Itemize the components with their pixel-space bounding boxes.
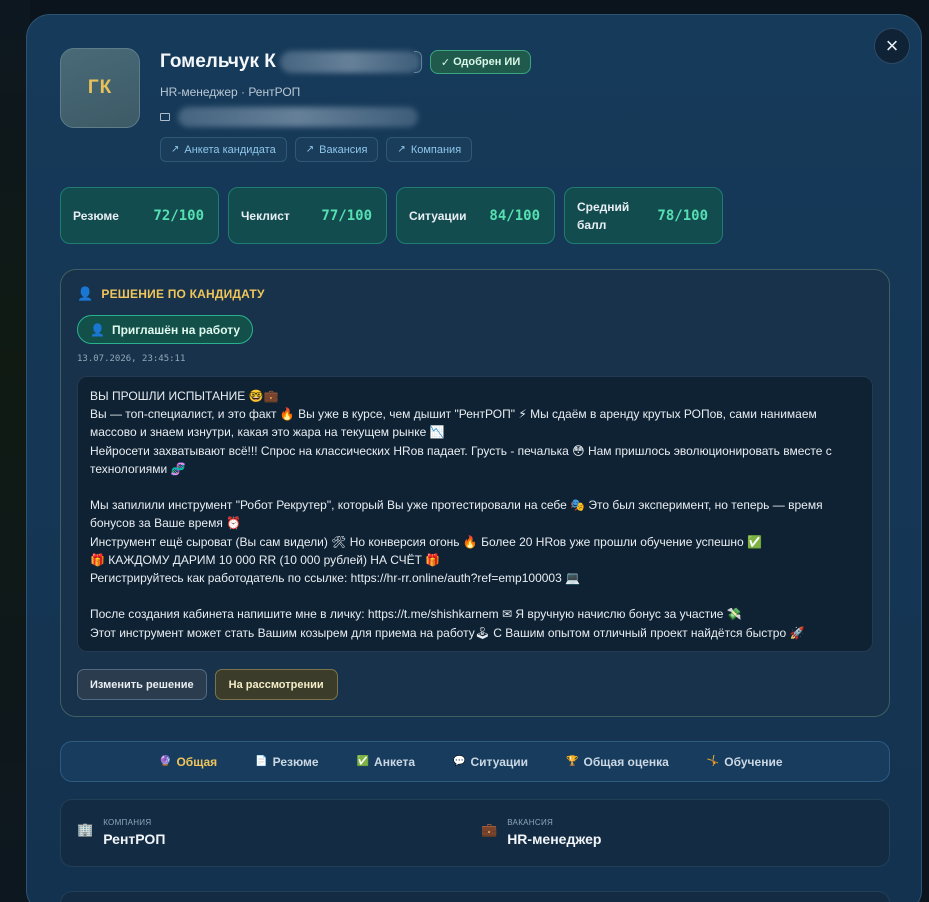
company-label: КОМПАНИЯ (103, 818, 152, 827)
score-card-checklist: Чеклист 77/100 (228, 187, 387, 244)
link-vacancy[interactable]: ↗ Вакансия (294, 137, 379, 162)
briefcase-icon: 💼 (481, 822, 498, 837)
user-check-icon: 👤 (77, 286, 94, 301)
check-icon: ✓ (440, 56, 451, 69)
decision-title: 👤 РЕШЕНИЕ ПО КАНДИДАТУ (77, 286, 265, 302)
email-row (160, 107, 418, 127)
message-line: Мы запилили инструмент "Робот Рекрутер",… (90, 498, 826, 531)
score-card-situations: Ситуации 84/100 (396, 187, 555, 244)
user-check-icon: 👤 (90, 322, 105, 337)
decision-message: ВЫ ПРОШЛИ ИСПЫТАНИЕ 🤓💼 Вы — топ-специали… (77, 376, 873, 652)
score-value: 84/100 (489, 207, 540, 224)
message-line: Инструмент ещё сыроват (Вы сам видели) 🛠… (90, 534, 762, 549)
vacancy-info: 💼 ВАКАНСИЯ HR-менеджер (481, 818, 601, 847)
vacancy-label: ВАКАНСИЯ (507, 818, 554, 827)
next-section-card (60, 891, 890, 902)
links-row: ↗ Анкета кандидата ↗ Вакансия ↗ Компания (160, 137, 473, 162)
company-value: РентРОП (103, 831, 166, 847)
score-label: Средний балл (577, 199, 630, 232)
tab-resume[interactable]: 📄 Резюме (255, 755, 318, 769)
message-line: Вы — топ-специалист, и это факт 🔥 Вы уже… (90, 407, 821, 440)
tab-label: Общая (176, 754, 218, 769)
message-line: Нейросети захватывают всё!!! Спрос на кл… (90, 443, 836, 476)
message-line: Этот инструмент может стать Вашим козыре… (90, 625, 805, 640)
vacancy-value: HR-менеджер (507, 831, 602, 847)
decision-status-badge: 👤 Приглашён на работу (77, 315, 254, 344)
score-value: 78/100 (657, 207, 708, 224)
link-label: Анкета кандидата (184, 143, 276, 156)
message-line: ВЫ ПРОШЛИ ИСПЫТАНИЕ 🤓💼 (90, 389, 279, 403)
close-button[interactable]: × (874, 28, 910, 64)
check-box-icon: ✅ (356, 756, 370, 767)
message-line: После создания кабинета напишите мне в л… (90, 607, 742, 622)
approved-badge-label: Одобрен ИИ (453, 56, 521, 68)
tab-label: Резюме (272, 754, 319, 769)
external-link-icon: ↗ (305, 144, 315, 155)
tab-general[interactable]: 🔮 Общая (159, 755, 217, 769)
link-label: Компания (410, 143, 462, 156)
tab-bar: 🔮 Общая 📄 Резюме ✅ Анкета 💬 Ситуации 🏆 О… (60, 741, 890, 782)
link-candidate-form[interactable]: ↗ Анкета кандидата (160, 137, 287, 162)
external-link-icon: ↗ (397, 144, 406, 155)
decision-panel: 👤 РЕШЕНИЕ ПО КАНДИДАТУ 👤 Приглашён на ра… (60, 269, 890, 717)
message-line: 🎁 КАЖДОМУ ДАРИМ 10 000 RR (10 000 рублей… (90, 552, 441, 567)
external-link-icon: ↗ (171, 144, 180, 155)
decision-timestamp: 13.07.2026, 23:45:11 (77, 354, 186, 364)
company-info: 🏢 КОМПАНИЯ РентРОП (77, 818, 165, 847)
scores-row: Резюме 72/100 Чеклист 77/100 Ситуации 84… (60, 187, 723, 244)
crystal-ball-icon: 🔮 (159, 756, 172, 767)
message-line: Регистрируйтесь как работодатель по ссыл… (90, 571, 581, 586)
under-review-button[interactable]: На рассмотрении (214, 669, 338, 700)
redacted-email (178, 107, 418, 127)
candidate-subtitle: HR-менеджер · РентРОП (160, 85, 301, 99)
tab-label: Ситуации (470, 754, 529, 769)
speech-bubble-icon: 💬 (453, 756, 466, 767)
tab-questionnaire[interactable]: ✅ Анкета (357, 755, 415, 769)
mail-icon (160, 113, 170, 121)
decision-actions: Изменить решение На рассмотрении (77, 669, 338, 700)
link-company[interactable]: ↗ Компания (386, 137, 473, 162)
score-card-average: Средний балл 78/100 (564, 187, 723, 244)
document-icon: 📄 (255, 756, 268, 767)
score-value: 77/100 (321, 207, 372, 224)
approved-badge: ✓ Одобрен ИИ (429, 50, 532, 74)
name-row: Гомельчук К ✓ Одобрен ИИ (160, 49, 532, 75)
score-card-resume: Резюме 72/100 (60, 187, 219, 244)
tab-label: Обучение (724, 754, 783, 769)
gymnast-icon: 🤸 (706, 756, 720, 767)
decision-title-text: РЕШЕНИЕ ПО КАНДИДАТУ (101, 287, 265, 301)
close-icon: × (885, 33, 899, 58)
redacted-name (279, 51, 420, 73)
score-label: Ситуации (409, 208, 467, 223)
score-label: Чеклист (241, 208, 290, 223)
tab-label: Анкета (374, 754, 416, 769)
tab-label: Общая оценка (583, 754, 669, 769)
company-vacancy-card: 🏢 КОМПАНИЯ РентРОП 💼 ВАКАНСИЯ HR-менедже… (60, 799, 890, 867)
change-decision-button[interactable]: Изменить решение (77, 669, 207, 700)
decision-status-text: Приглашён на работу (111, 322, 241, 337)
tab-situations[interactable]: 💬 Ситуации (453, 755, 528, 769)
candidate-name: Гомельчук К (160, 51, 276, 72)
candidate-modal: × ГК Гомельчук К ✓ Одобрен ИИ HR-менедже… (26, 14, 922, 902)
building-icon: 🏢 (77, 822, 94, 837)
trophy-icon: 🏆 (566, 756, 579, 767)
link-label: Вакансия (319, 143, 368, 156)
tab-overall-rating[interactable]: 🏆 Общая оценка (566, 755, 669, 769)
score-label: Резюме (73, 208, 119, 223)
avatar: ГК (60, 48, 140, 128)
score-value: 72/100 (153, 207, 204, 224)
tab-training[interactable]: 🤸 Обучение (707, 755, 783, 769)
